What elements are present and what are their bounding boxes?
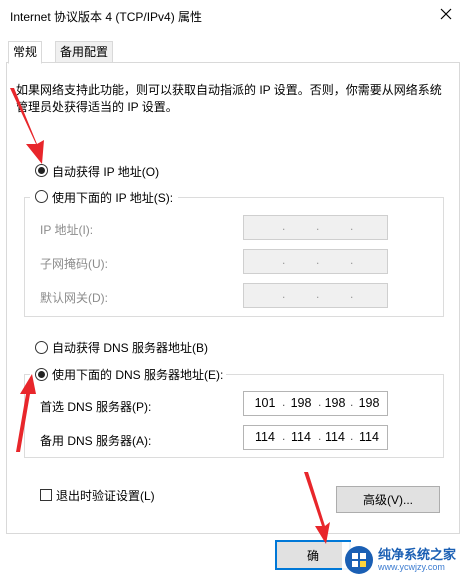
watermark-url: www.ycwjzy.com [378,562,445,572]
dns-manual-label[interactable]: 使用下面的 DNS 服务器地址(E): [52,366,223,383]
arrow-annotation-ok [304,472,330,544]
alternate-dns-octet-3: 114 [325,430,345,444]
ok-button-label: 确 [306,548,319,563]
watermark-logo-icon [345,546,373,574]
description-text: 如果网络支持此功能，则可以获取自动指派的 IP 设置。否则，你需要从网络系统管理… [16,83,442,114]
preferred-dns-octet-2: 198 [290,396,312,410]
alternate-dns-octet-2: 114 [291,430,311,444]
ip-manual-radio[interactable] [35,190,48,203]
preferred-dns-octet-3: 198 [324,396,346,410]
validate-label[interactable]: 退出时验证设置(L) [56,487,155,504]
alternate-dns-octet-1: 114 [255,430,275,444]
ip-manual-label[interactable]: 使用下面的 IP 地址(S): [52,189,173,206]
dns-auto-radio[interactable] [35,341,48,354]
gateway-label: 默认网关(D): [40,291,108,305]
watermark-title: 纯净系统之家 [378,547,457,562]
tab-general[interactable]: 常规 [8,41,43,64]
alternate-dns-octet-4: 114 [359,430,379,444]
advanced-button-label: 高级(V)... [363,493,413,507]
subnet-mask-label: 子网掩码(U): [40,257,108,271]
arrow-annotation-dns-manual [16,374,36,452]
window-title: Internet 协议版本 4 (TCP/IPv4) 属性 [10,10,203,24]
tab-alternate-config[interactable]: 备用配置 [55,41,114,63]
preferred-dns-label: 首选 DNS 服务器(P): [40,400,152,414]
preferred-dns-octet-1: 101 [254,396,276,410]
radio-selected-dot [38,167,45,174]
dns-auto-label[interactable]: 自动获得 DNS 服务器地址(B) [52,339,208,356]
gateway-field: ... [243,283,388,308]
ip-address-field: ... [243,215,388,240]
validate-checkbox[interactable] [40,489,52,501]
ip-auto-label[interactable]: 自动获得 IP 地址(O) [52,163,159,180]
advanced-button[interactable]: 高级(V)... [336,486,440,513]
preferred-dns-field[interactable]: 101 . 198 . 198 . 198 [243,391,388,416]
close-icon [440,8,452,20]
arrow-annotation-ip-auto [10,88,44,164]
preferred-dns-octet-4: 198 [358,396,380,410]
close-button[interactable] [432,2,460,26]
subnet-mask-field: ... [243,249,388,274]
alternate-dns-label: 备用 DNS 服务器(A): [40,434,152,448]
alternate-dns-field[interactable]: 114 . 114 . 114 . 114 [243,425,388,450]
watermark: 纯净系统之家 www.ycwjzy.com [342,542,462,578]
ip-address-label: IP 地址(I): [40,223,94,237]
